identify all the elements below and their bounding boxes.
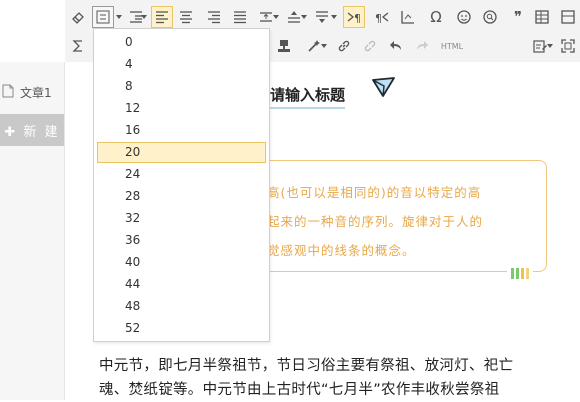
quote-glyph: ❞ xyxy=(513,8,523,26)
redo-icon[interactable] xyxy=(411,35,433,57)
align-justify-icon[interactable] xyxy=(229,6,251,28)
undo-icon[interactable] xyxy=(385,35,407,57)
omega-glyph: Ω xyxy=(430,8,442,26)
title-container: 请输入标题 xyxy=(270,77,395,109)
svg-text:¶: ¶ xyxy=(354,12,361,25)
sidebar-item-label: 文章1 xyxy=(20,85,52,100)
dropdown-option[interactable]: 24 xyxy=(97,164,266,185)
dropdown-option[interactable]: 8 xyxy=(97,76,266,97)
table-settings-icon[interactable] xyxy=(557,6,579,28)
align-right-icon[interactable] xyxy=(203,6,225,28)
quote-accent-bars xyxy=(507,268,533,279)
sum-icon[interactable] xyxy=(67,35,89,57)
html-source-button[interactable]: HTML xyxy=(437,35,467,57)
line-height-dropdown: 0 4 8 12 16 20 24 28 32 36 40 44 48 52 xyxy=(93,28,270,342)
rtl-direction-icon[interactable]: ¶ xyxy=(371,6,393,28)
chevron-down-icon[interactable] xyxy=(331,15,337,19)
spacing-after-icon[interactable] xyxy=(311,6,333,28)
special-char-icon[interactable]: Ω xyxy=(425,6,447,28)
unlink-icon[interactable] xyxy=(359,35,381,57)
body-line: 中元节，即七月半祭祖节，节日习俗主要有祭祖、放河灯、祀亡 xyxy=(99,358,514,374)
dropdown-option[interactable]: 52 xyxy=(97,318,266,339)
accent-bar xyxy=(521,268,524,279)
insert-image-icon[interactable] xyxy=(397,6,419,28)
chevron-down-icon[interactable] xyxy=(116,15,122,19)
quote-line: 觉感观中的线条的概念。 xyxy=(267,243,416,258)
emoji-icon[interactable] xyxy=(453,6,475,28)
dropdown-option[interactable]: 12 xyxy=(97,98,266,119)
dropdown-option-selected[interactable]: 20 xyxy=(97,142,266,163)
align-center-icon[interactable] xyxy=(175,6,197,28)
chevron-down-icon[interactable] xyxy=(547,44,553,48)
sidebar: 文章1 ✚ 新 建 xyxy=(0,62,65,400)
table-icon[interactable] xyxy=(531,6,553,28)
quote-text: 高(也可以是相同的)的音以特定的高 起来的一种音的序列。旋律对于人的 觉感观中的… xyxy=(267,178,567,265)
chevron-down-icon[interactable] xyxy=(141,15,147,19)
dropdown-option[interactable]: 28 xyxy=(97,186,266,207)
align-left-icon[interactable] xyxy=(151,6,173,28)
dropdown-option[interactable]: 4 xyxy=(97,54,266,75)
new-article-button[interactable]: ✚ 新 建 xyxy=(0,114,64,146)
body-paragraph: 中元节，即七月半祭祖节，节日习俗主要有祭祖、放河灯、祀亡 魂、焚纸锭等。中元节由… xyxy=(99,354,579,402)
line-height-button[interactable] xyxy=(92,6,114,28)
paragraph-direction-icon[interactable]: ¶ xyxy=(343,6,365,28)
chevron-down-icon[interactable] xyxy=(321,44,327,48)
format-painter-icon[interactable] xyxy=(273,35,295,57)
dropdown-option[interactable]: 48 xyxy=(97,296,266,317)
link-icon[interactable] xyxy=(333,35,355,57)
sidebar-item-article[interactable]: 文章1 xyxy=(0,80,64,104)
accent-bar xyxy=(511,268,514,279)
dropdown-option[interactable]: 0 xyxy=(97,32,266,53)
paper-plane-icon xyxy=(372,77,395,97)
accent-bar xyxy=(516,268,519,279)
search-replace-icon[interactable] xyxy=(479,6,501,28)
chevron-down-icon[interactable] xyxy=(273,15,279,19)
chevron-down-icon[interactable] xyxy=(301,15,307,19)
eraser-icon[interactable] xyxy=(67,6,89,28)
accent-bar xyxy=(526,268,529,279)
document-icon xyxy=(2,83,14,102)
dropdown-option[interactable]: 32 xyxy=(97,208,266,229)
dropdown-option[interactable]: 40 xyxy=(97,252,266,273)
dropdown-option[interactable]: 16 xyxy=(97,120,266,141)
dropdown-option[interactable]: 44 xyxy=(97,274,266,295)
dropdown-option[interactable]: 36 xyxy=(97,230,266,251)
body-line: 魂、焚纸锭等。中元节由上古时代“七月半”农作丰收秋尝祭祖 xyxy=(99,382,500,398)
quote-line: 高(也可以是相同的)的音以特定的高 xyxy=(267,185,482,200)
svg-text:¶: ¶ xyxy=(375,12,382,25)
html-label: HTML xyxy=(440,41,464,51)
quote-line: 起来的一种音的序列。旋律对于人的 xyxy=(267,214,484,229)
article-title[interactable]: 请输入标题 xyxy=(270,86,346,109)
blockquote-icon[interactable]: ❞ xyxy=(507,6,529,28)
fullscreen-icon[interactable] xyxy=(557,35,579,57)
